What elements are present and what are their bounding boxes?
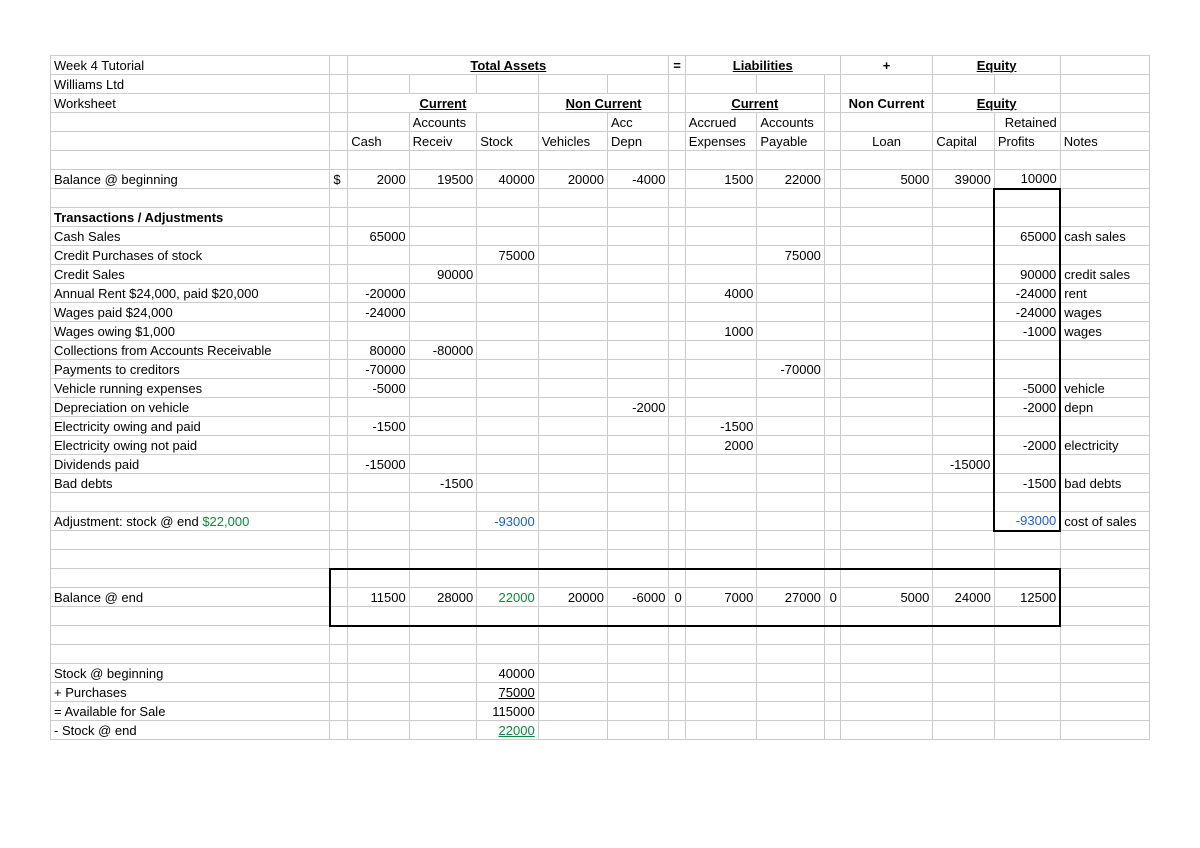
row-bad-debts: Bad debts-1500-1500bad debts bbox=[51, 474, 1150, 493]
depn-header: Depn bbox=[607, 132, 668, 151]
plus-sign: + bbox=[840, 56, 933, 75]
row-rent: Annual Rent $24,000, paid $20,000-200004… bbox=[51, 284, 1150, 303]
transactions-header: Transactions / Adjustments bbox=[51, 208, 330, 227]
worksheet-cell: Worksheet bbox=[51, 94, 330, 113]
loan-header: Loan bbox=[840, 132, 933, 151]
row-purchases: + Purchases75000 bbox=[51, 683, 1150, 702]
row-available: = Available for Sale115000 bbox=[51, 702, 1150, 721]
row-payments: Payments to creditors-70000-70000 bbox=[51, 360, 1150, 379]
accounts2-header: Accounts bbox=[757, 113, 825, 132]
vehicles-header: Vehicles bbox=[538, 132, 607, 151]
liab-noncurrent: Non Current bbox=[840, 94, 933, 113]
total-assets-header: Total Assets bbox=[348, 56, 669, 75]
capital-header: Capital bbox=[933, 132, 994, 151]
row-elec-paid: Electricity owing and paid-1500-1500 bbox=[51, 417, 1150, 436]
worksheet-table: Week 4 Tutorial Total Assets = Liabiliti… bbox=[50, 55, 1150, 740]
payable-header: Payable bbox=[757, 132, 825, 151]
row-adjustment: Adjustment: stock @ end $22,000-93000-93… bbox=[51, 512, 1150, 531]
row-balance-begin: Balance @ beginning $ 2000 19500 40000 2… bbox=[51, 170, 1150, 189]
liab-current: Current bbox=[685, 94, 824, 113]
cash-header: Cash bbox=[348, 132, 409, 151]
retained-header: Retained bbox=[994, 113, 1060, 132]
row-credit-purchases: Credit Purchases of stock7500075000 bbox=[51, 246, 1150, 265]
assets-current: Current bbox=[348, 94, 538, 113]
row-credit-sales: Credit Sales9000090000credit sales bbox=[51, 265, 1150, 284]
row-stock-end: - Stock @ end22000 bbox=[51, 721, 1150, 740]
row-wages-paid: Wages paid $24,000-24000-24000wages bbox=[51, 303, 1150, 322]
receiv-header: Receiv bbox=[409, 132, 477, 151]
accrued-header: Accrued bbox=[685, 113, 757, 132]
row-balance-end: Balance @ end 11500 28000 22000 20000 -6… bbox=[51, 588, 1150, 607]
assets-noncurrent: Non Current bbox=[538, 94, 669, 113]
row-dividends: Dividends paid-15000-15000 bbox=[51, 455, 1150, 474]
row-depn: Depreciation on vehicle-2000-2000depn bbox=[51, 398, 1150, 417]
accounts-header: Accounts bbox=[409, 113, 477, 132]
equity-sub: Equity bbox=[933, 94, 1060, 113]
row-wages-owing: Wages owing $1,0001000-1000wages bbox=[51, 322, 1150, 341]
equals-sign: = bbox=[669, 56, 685, 75]
liabilities-header: Liabilities bbox=[685, 56, 840, 75]
row-vehicle-exp: Vehicle running expenses-5000-5000vehicl… bbox=[51, 379, 1150, 398]
profits-header: Profits bbox=[994, 132, 1060, 151]
row-balance-end-top bbox=[51, 569, 1150, 588]
header-row-1: Week 4 Tutorial Total Assets = Liabiliti… bbox=[51, 56, 1150, 75]
title-cell: Week 4 Tutorial bbox=[51, 56, 330, 75]
company-cell: Williams Ltd bbox=[51, 75, 330, 94]
equity-header: Equity bbox=[933, 56, 1060, 75]
stock-header: Stock bbox=[477, 132, 538, 151]
row-collections: Collections from Accounts Receivable8000… bbox=[51, 341, 1150, 360]
row-elec-notpaid: Electricity owing not paid2000-2000elect… bbox=[51, 436, 1150, 455]
notes-header: Notes bbox=[1060, 132, 1149, 151]
expenses-header: Expenses bbox=[685, 132, 757, 151]
row-stock-begin: Stock @ beginning40000 bbox=[51, 664, 1150, 683]
acc-header: Acc bbox=[607, 113, 668, 132]
row-cash-sales: Cash Sales6500065000cash sales bbox=[51, 227, 1150, 246]
